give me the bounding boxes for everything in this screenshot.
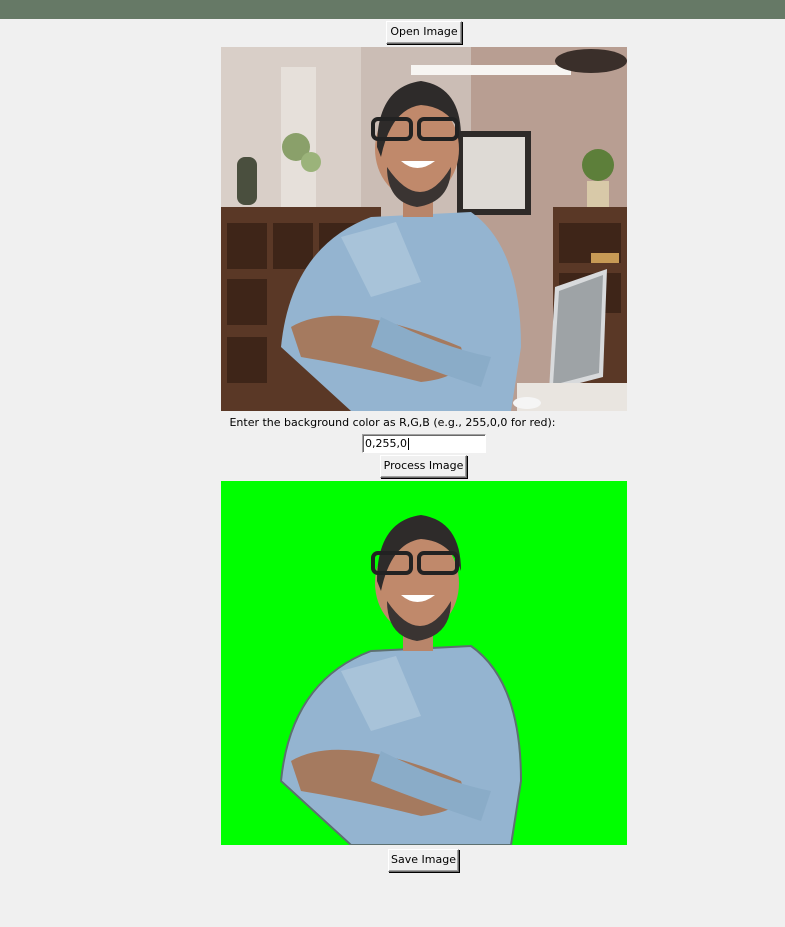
original-image bbox=[221, 47, 627, 411]
background-color-input[interactable]: 0,255,0 bbox=[362, 434, 486, 453]
processed-image bbox=[221, 481, 627, 845]
text-cursor bbox=[408, 438, 409, 450]
window-title-bar bbox=[0, 0, 785, 19]
save-image-button[interactable]: Save Image bbox=[388, 849, 459, 872]
color-input-value: 0,255,0 bbox=[365, 437, 407, 450]
process-image-button[interactable]: Process Image bbox=[380, 455, 467, 478]
color-prompt-label: Enter the background color as R,G,B (e.g… bbox=[229, 416, 556, 429]
open-image-button[interactable]: Open Image bbox=[386, 21, 462, 44]
